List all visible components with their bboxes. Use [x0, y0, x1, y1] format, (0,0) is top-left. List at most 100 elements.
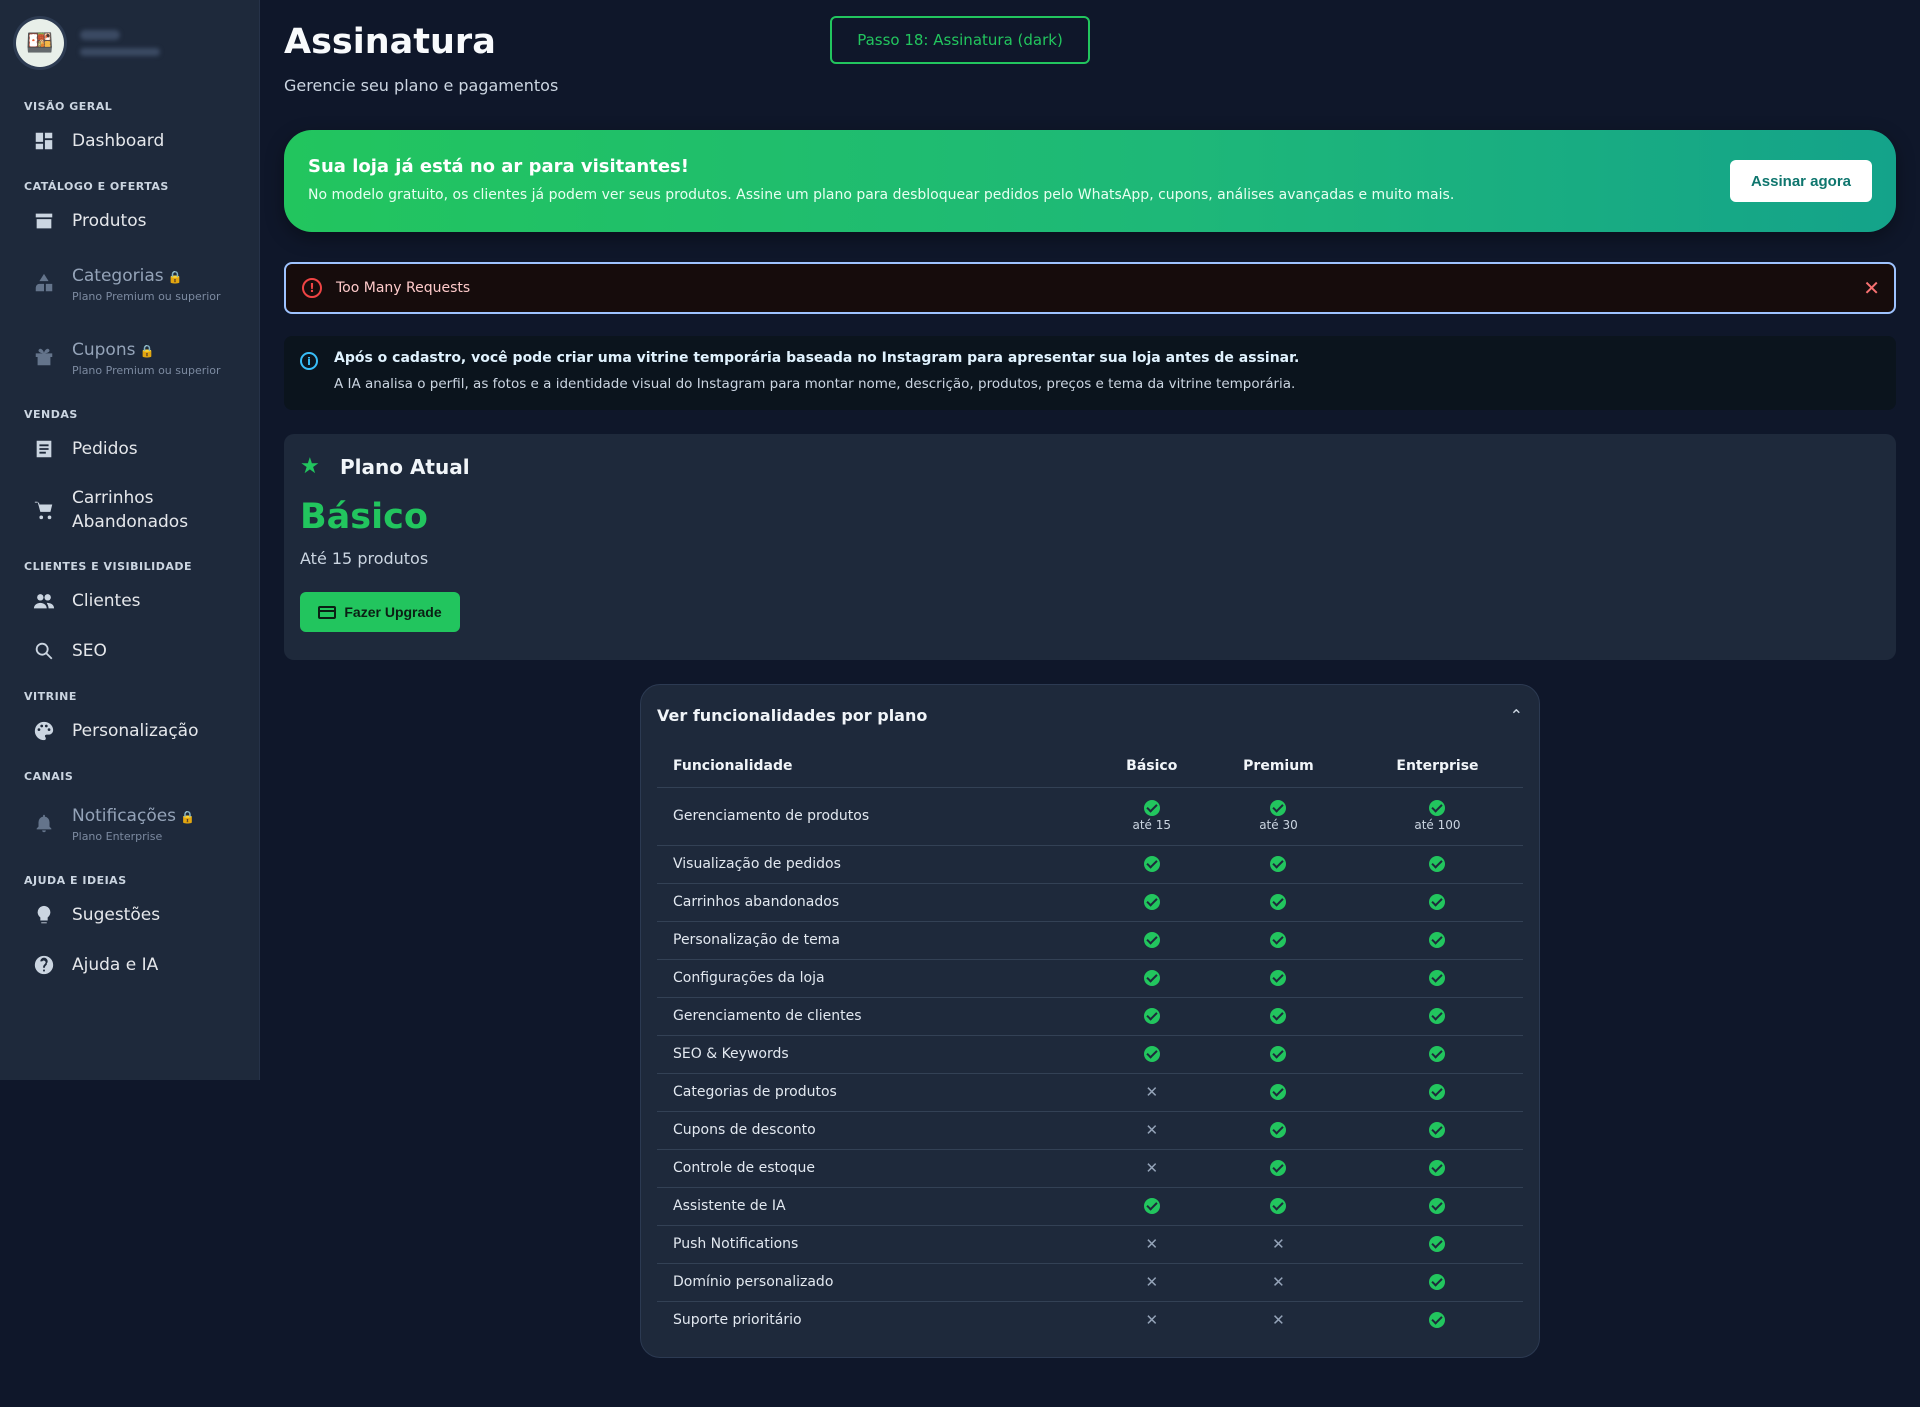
feature-name: Assistente de IA — [657, 1187, 1099, 1226]
sidebar-section-title: VITRINE — [24, 689, 77, 703]
sidebar-item-label: Sugestões — [72, 905, 161, 925]
store-icon — [32, 209, 56, 233]
close-icon[interactable]: ✕ — [1863, 276, 1880, 300]
avatar[interactable]: 🍱 — [16, 19, 64, 67]
sidebar-item-label: Notificações — [72, 805, 177, 826]
feature-cell — [1205, 883, 1352, 922]
check-circle-icon — [1270, 894, 1287, 910]
info-alert: i Após o cadastro, você pode criar uma v… — [284, 336, 1896, 410]
table-row: Personalização de tema — [657, 921, 1523, 960]
lock-icon: 🔒 — [180, 809, 195, 824]
check-circle-icon — [1429, 1312, 1446, 1329]
feature-cell — [1351, 921, 1523, 960]
check-circle-icon — [1429, 856, 1446, 872]
column-header: Premium — [1205, 745, 1352, 788]
check-circle-icon — [1429, 1046, 1446, 1062]
info-icon: i — [300, 352, 318, 370]
sidebar-item-ajuda-e-ia[interactable]: Ajuda e IA — [0, 940, 259, 990]
feature-name: Push Notifications — [657, 1225, 1099, 1264]
feature-cell: ✕ — [1099, 1301, 1205, 1339]
plan-name: Básico — [300, 497, 428, 537]
sidebar-item-produtos[interactable]: Produtos — [0, 196, 259, 246]
sidebar-item-notificacoes[interactable]: Notificações 🔒 Plano Enterprise — [0, 786, 259, 860]
table-row: Configurações da loja — [657, 959, 1523, 998]
feature-name: SEO & Keywords — [657, 1035, 1099, 1074]
cross-icon: ✕ — [1145, 1273, 1159, 1291]
check-circle-icon — [1429, 1198, 1446, 1214]
feature-cell — [1351, 1111, 1523, 1150]
sidebar-item-label: Dashboard — [72, 131, 165, 151]
feature-cell — [1098, 921, 1205, 960]
sidebar-item-label: Ajuda e IA — [72, 955, 159, 975]
cross-icon: ✕ — [1145, 1235, 1159, 1253]
check-circle-icon — [1270, 1122, 1287, 1138]
sidebar-item-seo[interactable]: SEO — [0, 626, 259, 676]
check-circle-icon — [1429, 932, 1446, 948]
table-row: Suporte prioritário ✕ ✕ — [657, 1301, 1523, 1339]
check-circle-icon — [1429, 894, 1446, 910]
subscribe-now-button[interactable]: Assinar agora — [1730, 160, 1872, 202]
column-header: Enterprise — [1351, 745, 1523, 788]
error-icon: ! — [302, 278, 322, 298]
sidebar-item-sugestoes[interactable]: Sugestões — [0, 890, 259, 940]
sidebar-section-title: AJUDA E IDEIAS — [24, 873, 127, 887]
feature-name: Cupons de desconto — [657, 1111, 1099, 1150]
current-plan-heading: Plano Atual — [340, 454, 470, 479]
check-circle-icon — [1429, 1008, 1446, 1024]
palette-icon — [32, 719, 56, 743]
sidebar-item-cupons[interactable]: Cupons 🔒 Plano Premium ou superior — [0, 320, 259, 394]
check-circle-icon — [1143, 970, 1160, 986]
table-row: Visualização de pedidos — [657, 845, 1523, 884]
feature-name: Visualização de pedidos — [657, 845, 1099, 884]
table-row: Categorias de produtos ✕ — [657, 1073, 1523, 1112]
feature-cell — [1351, 1073, 1523, 1112]
table-row: Domínio personalizado ✕ ✕ — [657, 1263, 1523, 1302]
sidebar-item-carrinhos-abandonados[interactable]: Carrinhos Abandonados — [0, 474, 259, 546]
profile-header[interactable]: 🍱 — [0, 0, 259, 86]
feature-cell — [1098, 1035, 1205, 1074]
check-circle-icon — [1429, 1274, 1446, 1290]
dashboard-icon — [32, 129, 56, 153]
sidebar-item-clientes[interactable]: Clientes — [0, 576, 259, 626]
profile-blurred-info — [80, 30, 160, 56]
feature-cell: até 15 — [1098, 787, 1205, 846]
features-accordion-header[interactable]: Ver funcionalidades por plano ⌃ — [657, 685, 1523, 745]
feature-cell — [1205, 997, 1352, 1036]
feature-cell: ✕ — [1098, 1149, 1205, 1188]
gift-icon — [32, 345, 56, 369]
feature-cell — [1098, 959, 1205, 998]
features-accordion: Ver funcionalidades por plano ⌃ Funciona… — [640, 684, 1540, 1358]
error-text: Too Many Requests — [336, 280, 471, 296]
check-circle-icon — [1429, 1160, 1446, 1176]
chevron-up-icon[interactable]: ⌃ — [1510, 706, 1523, 725]
feature-cell — [1205, 959, 1352, 998]
features-table: Funcionalidade Básico Premium Enterprise Ge… — [657, 745, 1523, 1339]
feature-cell: até 100 — [1351, 787, 1523, 846]
feature-cell — [1352, 1301, 1523, 1339]
upgrade-button[interactable]: Fazer Upgrade — [300, 592, 460, 632]
feature-cell — [1205, 845, 1352, 884]
cross-icon: ✕ — [1145, 1121, 1159, 1139]
table-row: Assistente de IA — [657, 1187, 1523, 1226]
check-circle-icon — [1429, 1084, 1446, 1100]
sidebar-section-title: VISÃO GERAL — [24, 99, 113, 113]
sidebar-item-dashboard[interactable]: Dashboard — [0, 116, 259, 166]
current-plan-card: ★ Plano Atual Básico Até 15 produtos Faz… — [284, 434, 1896, 660]
check-circle-icon — [1143, 894, 1160, 910]
cart-icon — [32, 498, 56, 522]
column-header: Funcionalidade — [657, 745, 1099, 788]
feature-cell — [1351, 1149, 1523, 1188]
feature-cell: ✕ — [1205, 1301, 1352, 1339]
sidebar-section-title: CATÁLOGO E OFERTAS — [24, 179, 169, 193]
step-badge: Passo 18: Assinatura (dark) — [830, 16, 1090, 64]
sidebar-item-pedidos[interactable]: Pedidos — [0, 424, 259, 474]
feature-cell: ✕ — [1098, 1263, 1205, 1302]
sidebar-item-categorias[interactable]: Categorias 🔒 Plano Premium ou superior — [0, 246, 259, 320]
search-icon — [32, 639, 56, 663]
feature-name: Gerenciamento de clientes — [657, 997, 1099, 1036]
credit-card-icon — [318, 605, 337, 619]
table-row: Gerenciamento de produtos até 15 até 30 até… — [657, 787, 1523, 846]
info-text: A IA analisa o perfil, as fotos e a iden… — [334, 376, 1296, 392]
sidebar-item-personalizacao[interactable]: Personalização — [0, 706, 259, 756]
feature-cell — [1205, 921, 1352, 960]
